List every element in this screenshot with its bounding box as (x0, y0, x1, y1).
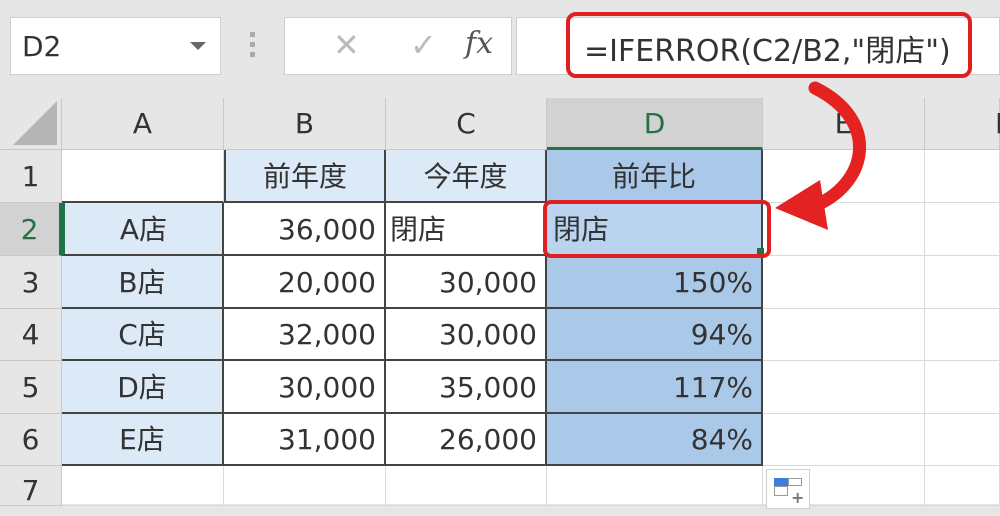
row-header-1[interactable]: 1 (0, 150, 62, 203)
row-header-5[interactable]: 5 (0, 361, 62, 414)
formula-highlight-box (566, 12, 972, 78)
row-header-6[interactable]: 6 (0, 414, 62, 466)
cell-d7[interactable] (547, 466, 763, 506)
cell-d3[interactable]: 150% (547, 256, 763, 309)
cell-a3[interactable]: B店 (62, 256, 224, 309)
column-header-b[interactable]: B (224, 98, 386, 150)
name-box-value: D2 (22, 30, 62, 63)
cell-f5[interactable] (925, 361, 1000, 414)
cell-e5[interactable] (763, 361, 925, 414)
cell-b6[interactable]: 31,000 (224, 414, 386, 466)
cell-c3[interactable]: 30,000 (386, 256, 547, 309)
cell-a4[interactable]: C店 (62, 309, 224, 361)
cell-b5[interactable]: 30,000 (224, 361, 386, 414)
insert-function-icon[interactable]: fx (465, 26, 493, 61)
cell-d1[interactable]: 前年比 (547, 150, 763, 203)
quick-analysis-icon (774, 478, 788, 486)
enter-icon[interactable]: ✓ (410, 26, 437, 64)
cell-c2[interactable]: 閉店 (386, 203, 547, 256)
cell-b7[interactable] (224, 466, 386, 506)
cell-c7[interactable] (386, 466, 547, 506)
cell-d4[interactable]: 94% (547, 309, 763, 361)
cell-d5[interactable]: 117% (547, 361, 763, 414)
chevron-down-icon[interactable] (190, 42, 206, 50)
cell-e1[interactable] (763, 150, 925, 203)
cell-c4[interactable]: 30,000 (386, 309, 547, 361)
cell-f1[interactable] (925, 150, 1000, 203)
cancel-icon[interactable]: ✕ (333, 26, 360, 64)
row-header-4[interactable]: 4 (0, 309, 62, 361)
column-header-a[interactable]: A (62, 98, 224, 150)
cell-b3[interactable]: 20,000 (224, 256, 386, 309)
select-all-button[interactable] (0, 98, 62, 150)
cell-a6[interactable]: E店 (62, 414, 224, 466)
cell-e6[interactable] (763, 414, 925, 466)
cell-e4[interactable] (763, 309, 925, 361)
cell-a5[interactable]: D店 (62, 361, 224, 414)
select-all-triangle-icon (13, 101, 57, 145)
quick-analysis-icon-part (788, 478, 802, 486)
formula-actions: ✕ ✓ fx (284, 17, 512, 75)
cell-highlight-box (543, 200, 771, 258)
row-header-7[interactable]: 7 (0, 466, 62, 507)
cell-c6[interactable]: 26,000 (386, 414, 547, 466)
cell-a1[interactable] (62, 150, 224, 203)
cell-e3[interactable] (763, 256, 925, 309)
row-header-2[interactable]: 2 (0, 203, 62, 256)
cell-a2[interactable]: A店 (62, 203, 224, 256)
name-box[interactable]: D2 (10, 17, 221, 75)
column-header-e[interactable]: E (763, 98, 925, 150)
column-header-f[interactable]: F (925, 98, 1000, 150)
cell-f7[interactable] (925, 466, 1000, 506)
cell-e2[interactable] (763, 203, 925, 256)
column-header-c[interactable]: C (386, 98, 547, 150)
cell-c5[interactable]: 35,000 (386, 361, 547, 414)
cell-c1[interactable]: 今年度 (386, 150, 547, 203)
cell-b2[interactable]: 36,000 (224, 203, 386, 256)
drag-handle-icon[interactable] (250, 32, 256, 60)
row-header-3[interactable]: 3 (0, 256, 62, 309)
cell-d6[interactable]: 84% (547, 414, 763, 466)
quick-analysis-button[interactable]: + (766, 469, 810, 509)
spreadsheet-grid: A B C D E F 1 2 3 4 5 6 7 前年度 今年度 前年比 A店… (0, 98, 1000, 509)
cell-f4[interactable] (925, 309, 1000, 361)
column-header-d[interactable]: D (547, 98, 763, 150)
formula-toolbar: D2 ✕ ✓ fx =IFERROR(C2/B2,"閉店") (0, 0, 1000, 98)
cell-f6[interactable] (925, 414, 1000, 466)
plus-icon: + (791, 488, 805, 507)
quick-analysis-icon-part (774, 486, 788, 496)
cell-b1[interactable]: 前年度 (224, 150, 386, 203)
cell-a7[interactable] (62, 466, 224, 506)
cell-b4[interactable]: 32,000 (224, 309, 386, 361)
cell-f3[interactable] (925, 256, 1000, 309)
cell-f2[interactable] (925, 203, 1000, 256)
